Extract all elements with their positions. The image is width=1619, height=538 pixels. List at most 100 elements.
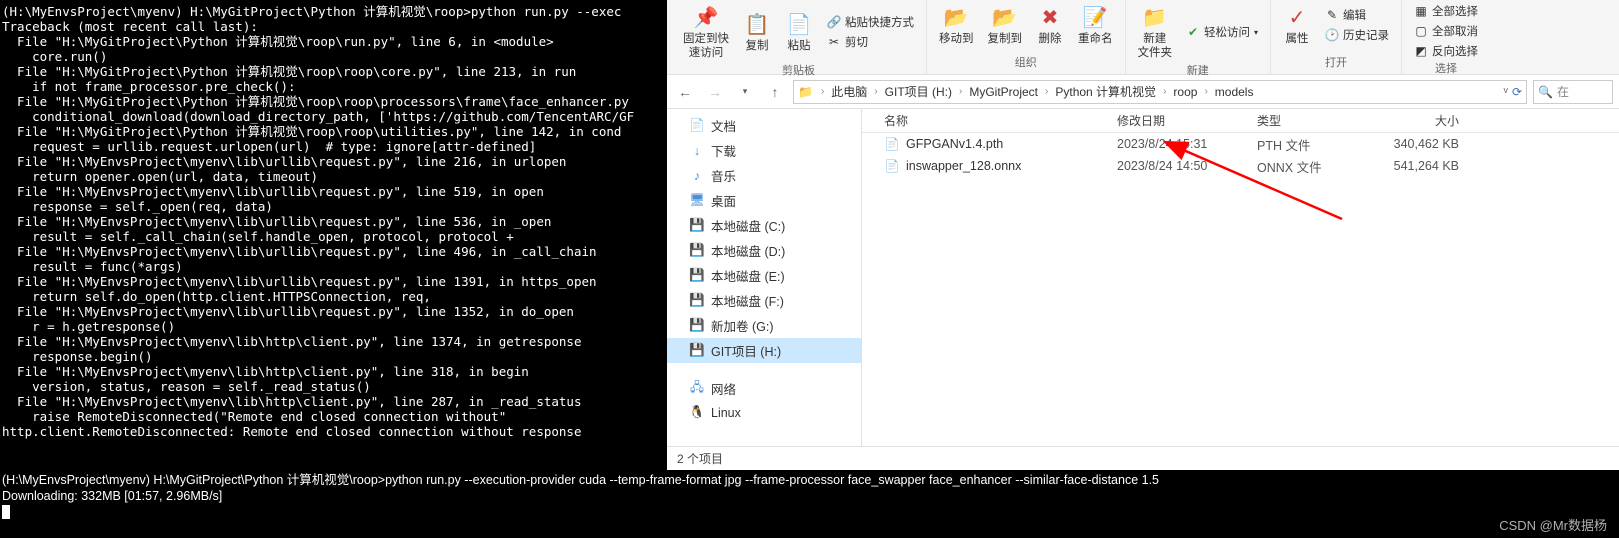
select-all-label: 全部选择	[1432, 3, 1478, 19]
select-none-icon: ▢	[1414, 24, 1428, 38]
paste-shortcut-button[interactable]: 🔗 粘贴快捷方式	[823, 13, 918, 31]
column-headers: 名称 修改日期 类型 大小	[862, 109, 1619, 133]
rename-button[interactable]: 📝 重命名	[1074, 2, 1117, 48]
paste-button[interactable]: 📄 粘贴	[781, 9, 817, 55]
file-row[interactable]: 📄inswapper_128.onnx2023/8/24 14:50ONNX 文…	[862, 155, 1619, 177]
sidebar-item-1[interactable]: ↓下载	[667, 138, 861, 163]
move-icon: 📂	[942, 4, 970, 32]
edit-label: 编辑	[1343, 7, 1366, 23]
cut-button[interactable]: ✂ 剪切	[823, 33, 918, 51]
select-none-button[interactable]: ▢ 全部取消	[1410, 22, 1482, 40]
file-list[interactable]: 📄GFPGANv1.4.pth2023/8/24 15:31PTH 文件340,…	[862, 133, 1619, 446]
up-button[interactable]: ↑	[763, 80, 787, 104]
properties-icon: ✓	[1283, 4, 1311, 32]
sidebar-icon: 🖥	[689, 193, 705, 208]
breadcrumb-dropdown[interactable]: v	[1503, 85, 1508, 99]
file-name: GFPGANv1.4.pth	[906, 137, 1003, 151]
sidebar-item-0[interactable]: 📄 文档	[667, 113, 861, 138]
back-button[interactable]: ←	[673, 80, 697, 104]
copy-to-button[interactable]: 📂 复制到	[984, 2, 1027, 48]
sidebar-icon: 💾	[689, 218, 705, 233]
refresh-button[interactable]: ⟳	[1512, 85, 1522, 99]
sidebar-icon: 💾	[689, 343, 705, 358]
sidebar-label: 新加卷 (G:)	[711, 316, 774, 335]
file-icon: 📄	[884, 158, 900, 174]
file-row[interactable]: 📄GFPGANv1.4.pth2023/8/24 15:31PTH 文件340,…	[862, 133, 1619, 155]
sidebar-label: Linux	[711, 406, 741, 420]
breadcrumb-chevron[interactable]: ›	[1043, 86, 1050, 97]
pin-label-2: 速访问	[689, 46, 724, 60]
sidebar-label: 桌面	[711, 191, 736, 210]
copy-button[interactable]: 📋 复制	[739, 9, 775, 55]
move-to-button[interactable]: 📂 移动到	[935, 2, 978, 48]
pin-icon: 📌	[692, 4, 720, 32]
file-icon: 📄	[884, 136, 900, 152]
terminal-cursor	[2, 505, 10, 519]
breadcrumb-item-1[interactable]: GIT项目 (H:)	[882, 83, 955, 100]
forward-button[interactable]: →	[703, 80, 727, 104]
search-icon: 🔍	[1538, 85, 1553, 99]
sidebar-label: 文档	[711, 116, 736, 135]
sidebar-item-7[interactable]: 💾 本地磁盘 (F:)	[667, 288, 861, 313]
sidebar-icon: 💾	[689, 268, 705, 283]
watermark: CSDN @Mr数据杨	[1499, 515, 1607, 534]
select-none-label: 全部取消	[1432, 23, 1478, 39]
sidebar-item-10[interactable]: 🖧 网络	[667, 375, 861, 402]
breadcrumb-chevron[interactable]: ›	[1202, 86, 1209, 97]
select-all-button[interactable]: ▦ 全部选择	[1410, 2, 1482, 20]
delete-button[interactable]: ✖ 删除	[1032, 2, 1068, 48]
breadcrumb[interactable]: 📁 › 此电脑 › GIT项目 (H:) › MyGitProject › Py…	[793, 80, 1527, 104]
sidebar-item-3[interactable]: 🖥 桌面	[667, 188, 861, 213]
breadcrumb-item-5[interactable]: models	[1212, 85, 1257, 99]
sidebar-item-9[interactable]: 💾GIT项目 (H:)	[667, 338, 861, 363]
search-input[interactable]: 🔍 在	[1533, 80, 1613, 104]
move-to-label: 移动到	[939, 32, 974, 46]
header-name[interactable]: 名称	[862, 112, 1117, 129]
sidebar-item-4[interactable]: 💾本地磁盘 (C:)	[667, 213, 861, 238]
sidebar-icon: 💾	[689, 243, 705, 258]
file-type: PTH 文件	[1257, 135, 1367, 154]
folder-icon: 📁	[798, 85, 813, 99]
sidebar-label: 网络	[711, 379, 736, 398]
history-button[interactable]: 🕑 历史记录	[1321, 26, 1393, 44]
edit-button[interactable]: ✎ 编辑	[1321, 6, 1393, 24]
terminal-top[interactable]: (H:\MyEnvsProject\myenv) H:\MyGitProject…	[0, 0, 667, 470]
breadcrumb-chevron[interactable]: ›	[1161, 86, 1168, 97]
header-date[interactable]: 修改日期	[1117, 112, 1257, 129]
sidebar-item-5[interactable]: 💾本地磁盘 (D:)	[667, 238, 861, 263]
header-type[interactable]: 类型	[1257, 112, 1367, 129]
breadcrumb-item-3[interactable]: Python 计算机视觉	[1052, 83, 1159, 100]
breadcrumb-root-chevron[interactable]: ›	[819, 86, 826, 97]
new-folder-button[interactable]: 📁 新建 文件夹	[1134, 2, 1177, 62]
pin-to-quick-access-button[interactable]: 📌 固定到快 速访问	[679, 2, 733, 62]
breadcrumb-item-4[interactable]: roop	[1170, 85, 1200, 99]
file-size: 340,462 KB	[1367, 137, 1487, 151]
sidebar-icon: 💾	[689, 293, 705, 308]
history-label: 历史记录	[1343, 27, 1389, 43]
status-bar: 2 个项目	[667, 446, 1619, 470]
breadcrumb-item-0[interactable]: 此电脑	[828, 83, 870, 100]
file-date: 2023/8/24 14:50	[1117, 159, 1257, 173]
sidebar-item-8[interactable]: 💾新加卷 (G:)	[667, 313, 861, 338]
breadcrumb-chevron[interactable]: ›	[957, 86, 964, 97]
file-size: 541,264 KB	[1367, 159, 1487, 173]
sidebar-icon: 📄	[689, 118, 705, 133]
open-group-label: 打开	[1325, 54, 1347, 72]
sidebar-icon: 🖧	[689, 378, 705, 399]
easy-access-icon: ✔	[1186, 25, 1200, 39]
sidebar-item-6[interactable]: 💾本地磁盘 (E:)	[667, 263, 861, 288]
easy-access-button[interactable]: ✔ 轻松访问 ▾	[1182, 23, 1262, 41]
sidebar[interactable]: 📄 文档 ↓下载♪音乐 🖥 桌面 💾本地磁盘 (C:)💾本地磁盘 (D:)💾本地磁盘 (E…	[667, 109, 862, 446]
properties-button[interactable]: ✓ 属性	[1279, 2, 1315, 48]
breadcrumb-chevron[interactable]: ›	[872, 86, 879, 97]
sidebar-icon: ↓	[689, 144, 705, 158]
sidebar-item-2[interactable]: ♪音乐	[667, 163, 861, 188]
recent-locations-button[interactable]: ▾	[733, 80, 757, 104]
breadcrumb-item-2[interactable]: MyGitProject	[966, 85, 1041, 99]
invert-selection-button[interactable]: ◩ 反向选择	[1410, 42, 1482, 60]
sidebar-item-11[interactable]: 🐧Linux	[667, 402, 861, 423]
sidebar-label: 本地磁盘 (F:)	[711, 291, 784, 310]
header-size[interactable]: 大小	[1367, 112, 1487, 129]
invert-selection-label: 反向选择	[1432, 43, 1478, 59]
terminal-bottom[interactable]: (H:\MyEnvsProject\myenv) H:\MyGitProject…	[0, 470, 1619, 518]
